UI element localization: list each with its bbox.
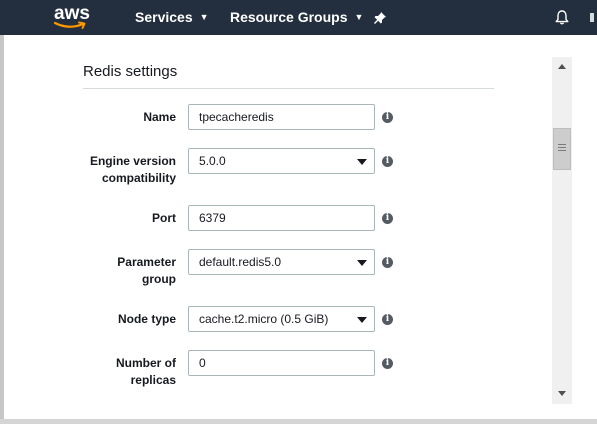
- engine-version-label-line2: compatibility: [101, 171, 176, 185]
- aws-smile-icon: [54, 21, 86, 29]
- scroll-up-arrow-icon[interactable]: [558, 64, 566, 69]
- replicas-input[interactable]: 0: [188, 350, 375, 376]
- dropdown-arrow-icon: [357, 159, 367, 165]
- vertical-scrollbar[interactable]: [552, 57, 572, 404]
- engine-version-info-icon[interactable]: i: [382, 156, 393, 167]
- dropdown-arrow-icon: [357, 317, 367, 323]
- scrollbar-grip-line: [558, 144, 566, 145]
- services-menu-label: Services: [135, 9, 193, 25]
- scrollbar-grip-line: [558, 147, 566, 148]
- port-input[interactable]: 6379: [188, 205, 375, 231]
- pin-icon[interactable]: [374, 11, 386, 29]
- panel-divider: [83, 88, 494, 89]
- parameter-group-value: default.redis5.0: [199, 255, 282, 269]
- resource-groups-menu-label: Resource Groups: [230, 9, 348, 25]
- top-navigation-bar: aws Services ▼ Resource Groups ▼: [0, 0, 597, 35]
- engine-version-select[interactable]: 5.0.0: [188, 148, 375, 174]
- node-type-select[interactable]: cache.t2.micro (0.5 GiB): [188, 306, 375, 332]
- engine-version-label-line1: Engine version: [89, 154, 176, 168]
- chevron-down-icon: ▼: [199, 11, 209, 22]
- window-bottom-border: [0, 419, 597, 424]
- port-label: Port: [152, 211, 176, 225]
- name-label: Name: [143, 110, 176, 124]
- name-input[interactable]: tpecacheredis: [188, 104, 375, 130]
- aws-logo[interactable]: aws: [52, 3, 92, 30]
- port-info-icon[interactable]: i: [382, 213, 393, 224]
- parameter-group-info-icon[interactable]: i: [382, 257, 393, 268]
- chevron-down-icon: ▼: [354, 11, 364, 22]
- scrollbar-thumb[interactable]: [553, 128, 571, 170]
- services-menu[interactable]: Services ▼: [135, 0, 209, 35]
- parameter-group-label-line1: Parameter: [117, 255, 176, 269]
- node-type-label: Node type: [117, 312, 176, 326]
- replicas-label: Number of replicas: [0, 355, 176, 389]
- engine-version-value: 5.0.0: [199, 154, 226, 168]
- node-type-info-icon[interactable]: i: [382, 314, 393, 325]
- replicas-label-line1: Number of: [116, 356, 176, 370]
- panel-title: Redis settings: [83, 63, 178, 80]
- scrollbar-grip-line: [558, 150, 566, 151]
- parameter-group-label: Parameter group: [0, 254, 176, 288]
- dropdown-arrow-icon: [357, 260, 367, 266]
- resource-groups-menu[interactable]: Resource Groups ▼: [230, 0, 363, 35]
- bell-icon[interactable]: [555, 10, 569, 30]
- name-info-icon[interactable]: i: [382, 112, 393, 123]
- engine-version-label: Engine version compatibility: [0, 153, 176, 187]
- parameter-group-select[interactable]: default.redis5.0: [188, 249, 375, 275]
- nav-overflow-edge: [590, 13, 594, 22]
- scroll-down-arrow-icon[interactable]: [558, 391, 566, 396]
- replicas-info-icon[interactable]: i: [382, 358, 393, 369]
- parameter-group-label-line2: group: [142, 272, 176, 286]
- replicas-label-line2: replicas: [130, 373, 176, 387]
- node-type-value: cache.t2.micro (0.5 GiB): [199, 312, 329, 326]
